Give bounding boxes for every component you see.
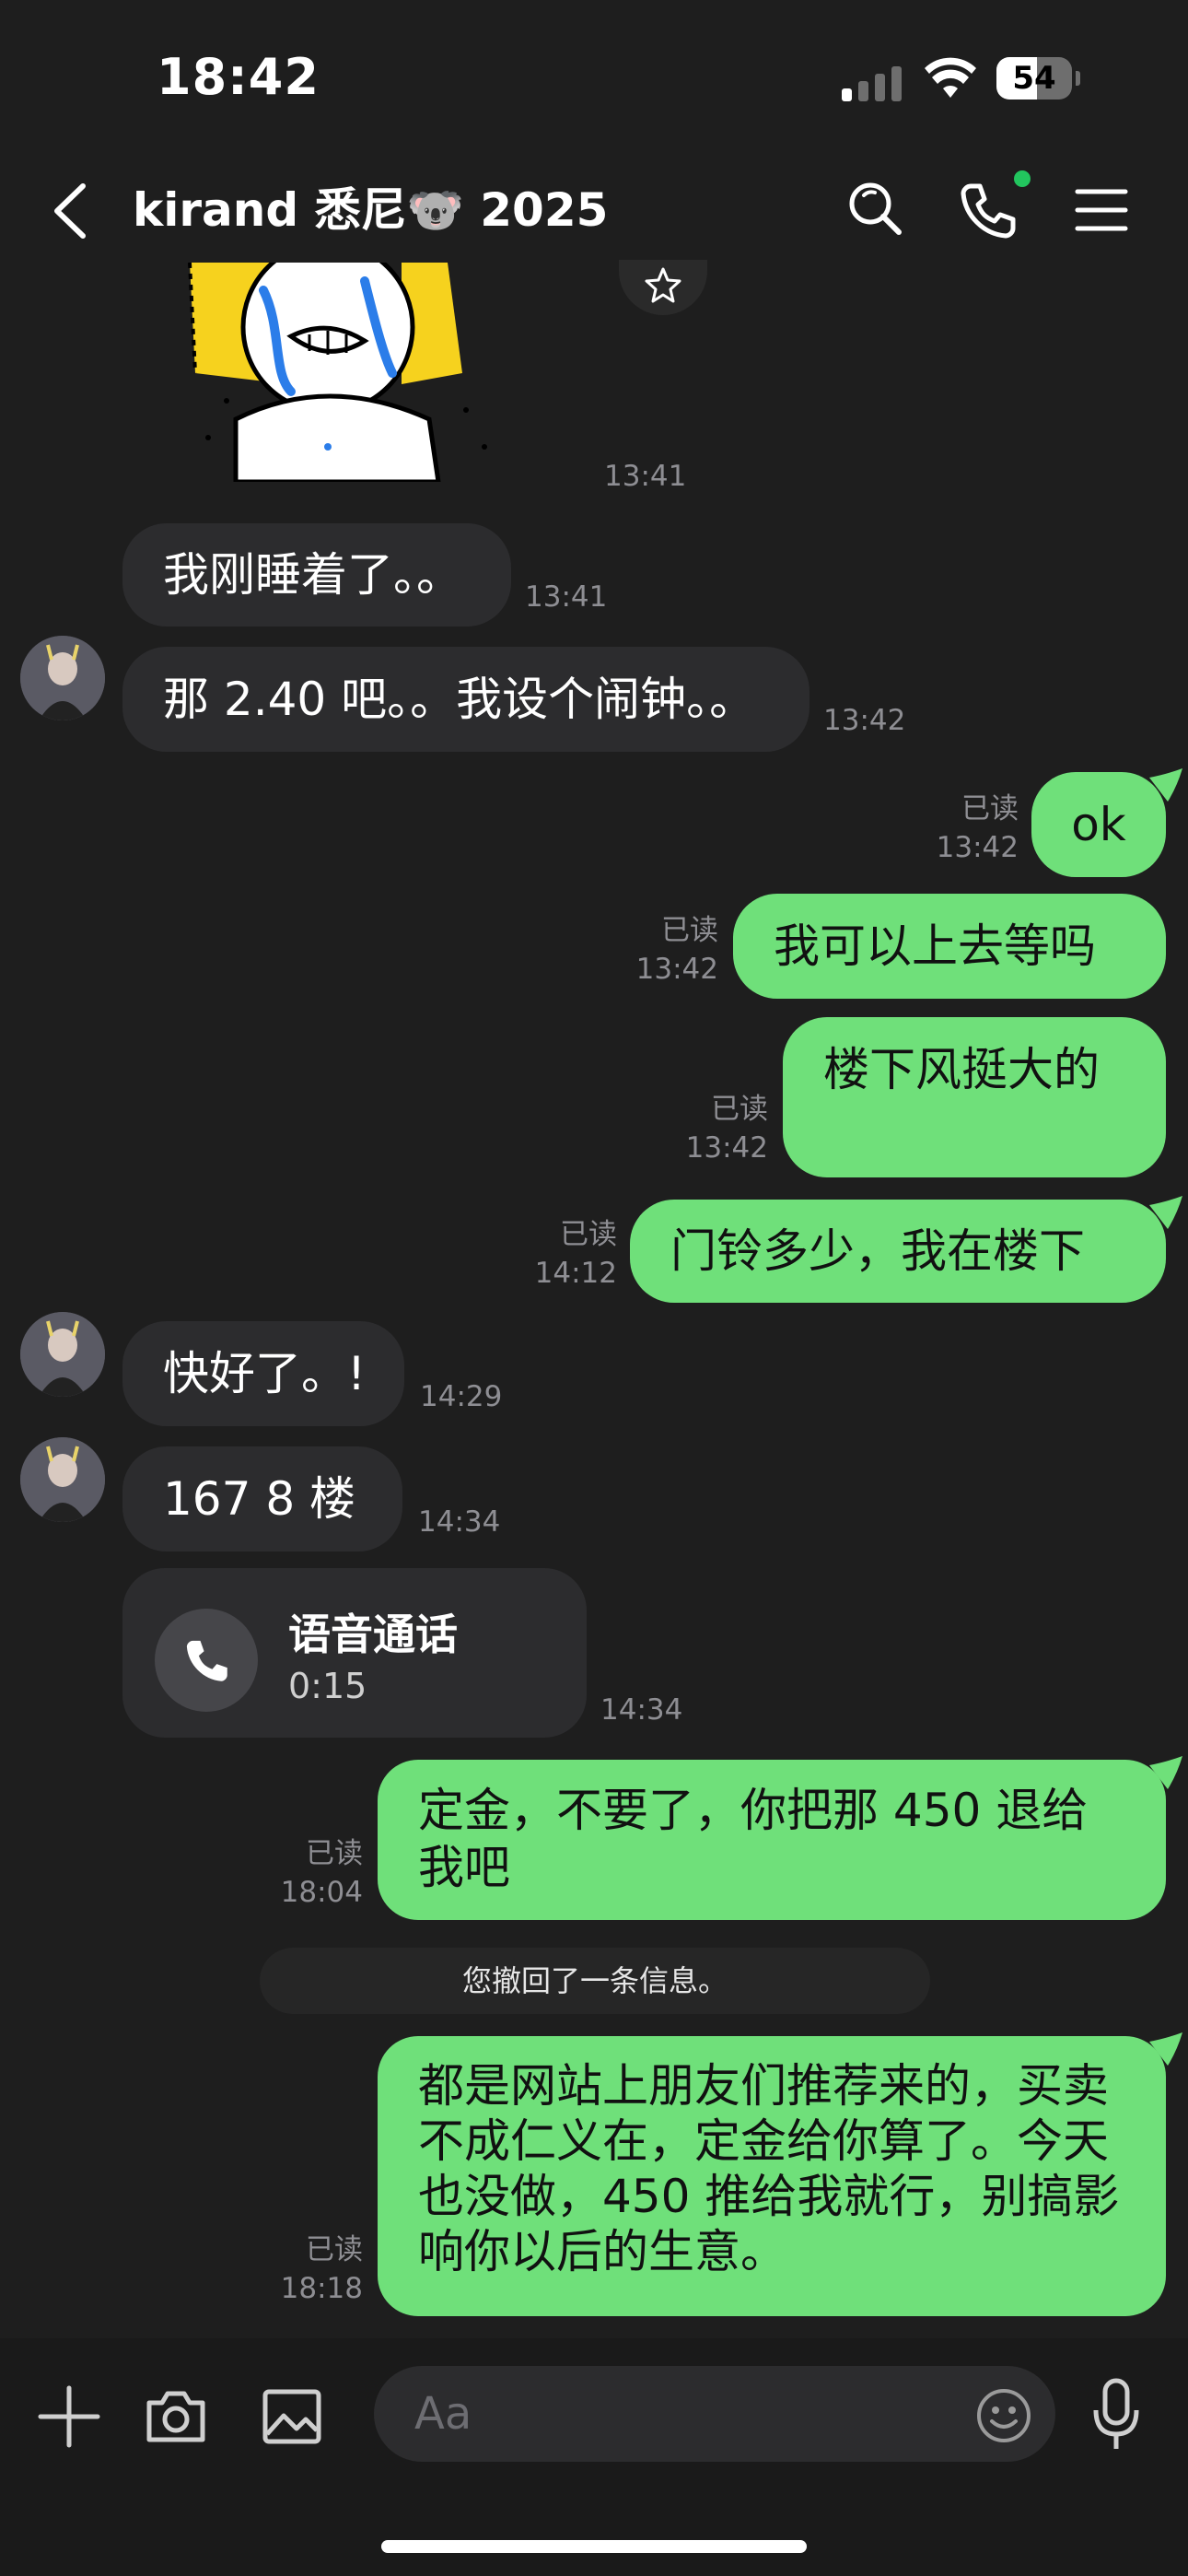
message-bubble-outgoing[interactable]: 都是网站上朋友们推荐来的，买卖不成仁义在，定金给你算了。今天也没做，450 推给… <box>378 2036 1166 2316</box>
back-icon[interactable] <box>48 181 94 241</box>
bubble-tail <box>1149 1756 1182 1789</box>
bubble-tail <box>1149 2032 1182 2066</box>
message-bubble-outgoing[interactable]: ok <box>1031 772 1166 877</box>
contact-avatar[interactable] <box>20 1437 105 1522</box>
message-time: 18:04 <box>280 1876 363 1909</box>
camera-icon[interactable] <box>144 2384 208 2449</box>
sticker-timestamp: 13:41 <box>604 460 687 493</box>
avatar-image <box>20 636 105 720</box>
message-bubble-outgoing[interactable]: 门铃多少，我在楼下 <box>630 1200 1166 1303</box>
message-input[interactable] <box>374 2366 1055 2462</box>
read-status: 已读 <box>306 1837 363 1870</box>
read-status: 已读 <box>560 1218 617 1251</box>
message-bubble-incoming[interactable]: 167 8 楼 <box>122 1446 402 1551</box>
message-bubble-outgoing[interactable]: 我可以上去等吗 <box>733 894 1166 999</box>
message-bubble-outgoing[interactable]: 定金，不要了，你把那 450 退给我吧 <box>378 1760 1166 1920</box>
contact-avatar[interactable] <box>20 636 105 720</box>
chat-title[interactable]: kirand 悉尼🐨 2025 <box>133 181 608 240</box>
plus-icon[interactable] <box>37 2384 101 2449</box>
phone-icon[interactable] <box>958 181 1017 240</box>
call-icon-badge <box>155 1609 258 1712</box>
message-time: 13:42 <box>823 704 906 737</box>
message-time: 13:42 <box>635 953 718 986</box>
message-time: 14:34 <box>600 1693 683 1727</box>
message-time: 13:42 <box>936 831 1019 864</box>
bubble-tail <box>1149 768 1182 802</box>
microphone-icon[interactable] <box>1089 2377 1144 2454</box>
emoji-icon[interactable] <box>974 2386 1033 2445</box>
read-status: 已读 <box>961 792 1019 825</box>
sticker-favorite-button[interactable] <box>619 260 707 315</box>
message-time: 14:12 <box>534 1257 617 1290</box>
bubble-tail <box>1149 1196 1182 1229</box>
voice-call-bubble[interactable]: 语音通话 0:15 <box>122 1568 587 1738</box>
image-icon[interactable] <box>260 2384 324 2449</box>
message-bubble-incoming[interactable]: 快好了。! <box>122 1321 404 1426</box>
message-time: 14:29 <box>420 1380 503 1413</box>
system-notice: 您撤回了一条信息。 <box>260 1948 930 2014</box>
avatar-image <box>20 1437 105 1522</box>
online-indicator <box>1014 170 1031 187</box>
wifi-icon <box>925 57 976 98</box>
battery-level: 54 <box>1012 60 1056 97</box>
message-bubble-outgoing[interactable]: 楼下风挺大的 <box>783 1017 1166 1177</box>
menu-icon[interactable] <box>1072 181 1131 240</box>
message-bubble-incoming[interactable]: 那 2.40 吧。。我设个闹钟。。 <box>122 647 809 752</box>
message-bubble-incoming[interactable]: 我刚睡着了。。 <box>122 523 511 626</box>
read-status: 已读 <box>661 914 718 947</box>
read-status: 已读 <box>711 1093 768 1126</box>
status-time: 18:42 <box>157 48 320 106</box>
star-icon <box>645 267 681 303</box>
contact-avatar[interactable] <box>20 1312 105 1397</box>
crying-sticker-image[interactable] <box>171 263 536 482</box>
avatar-image <box>20 1312 105 1397</box>
home-indicator <box>381 2540 807 2553</box>
message-time: 14:34 <box>418 1505 501 1539</box>
call-duration: 0:15 <box>288 1666 367 1706</box>
message-time: 18:18 <box>280 2272 363 2305</box>
message-time: 13:41 <box>525 580 608 614</box>
call-title: 语音通话 <box>288 1610 458 1659</box>
search-icon[interactable] <box>845 179 904 238</box>
message-input-placeholder: Aa <box>414 2388 472 2440</box>
message-time: 13:42 <box>685 1131 768 1165</box>
battery-indicator: 54 <box>996 57 1080 100</box>
read-status: 已读 <box>306 2233 363 2266</box>
phone-icon <box>186 1640 227 1681</box>
cellular-signal-icon <box>842 66 902 101</box>
